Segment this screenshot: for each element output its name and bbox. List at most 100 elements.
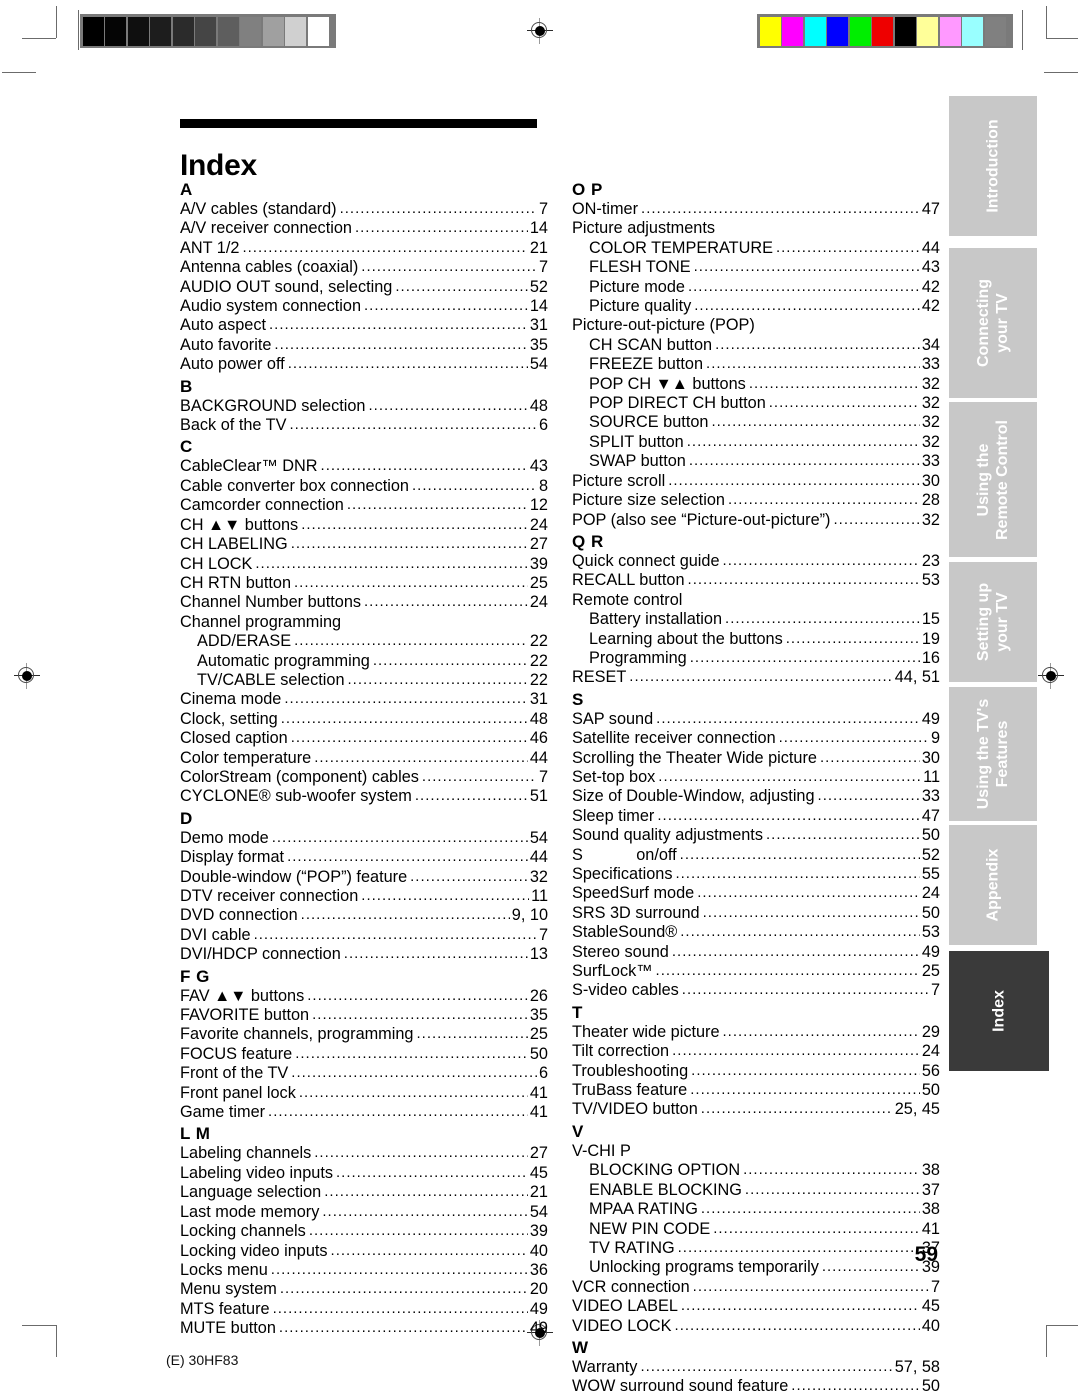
index-entry[interactable]: SAP sound 49: [572, 710, 940, 729]
index-entry[interactable]: POP CH ▼▲ buttons 32: [572, 375, 940, 394]
index-entry[interactable]: DVI cable 7: [180, 926, 548, 945]
index-entry[interactable]: VIDEO LOCK 40: [572, 1317, 940, 1336]
index-entry[interactable]: SWAP button 33: [572, 452, 940, 471]
section-tab-using-the-remote-control[interactable]: Using the Remote Control: [949, 402, 1037, 557]
index-entry[interactable]: WOW surround sound feature 50: [572, 1377, 940, 1396]
index-entry[interactable]: Clock, setting 48: [180, 710, 548, 729]
index-entry[interactable]: Quick connect guide 23: [572, 552, 940, 571]
index-entry[interactable]: SOURCE button 32: [572, 413, 940, 432]
index-entry[interactable]: VIDEO LABEL 45: [572, 1297, 940, 1316]
index-entry[interactable]: Locking video inputs 40: [180, 1242, 548, 1261]
index-entry[interactable]: Favorite channels, programming 25: [180, 1025, 548, 1044]
index-entry[interactable]: Automatic programming 22: [180, 652, 548, 671]
index-entry[interactable]: Color temperature 44: [180, 749, 548, 768]
index-entry[interactable]: ANT 1/2 21: [180, 239, 548, 258]
index-entry[interactable]: FAV ▲▼ buttons 26: [180, 987, 548, 1006]
index-entry[interactable]: Last mode memory 54: [180, 1203, 548, 1222]
index-entry[interactable]: ColorStream (component) cables 7: [180, 768, 548, 787]
index-entry[interactable]: Sound quality adjustments 50: [572, 826, 940, 845]
index-entry[interactable]: RECALL button 53: [572, 571, 940, 590]
index-entry[interactable]: Double-window (“POP”) feature 32: [180, 868, 548, 887]
index-entry[interactable]: Audio system connection 14: [180, 297, 548, 316]
index-entry[interactable]: Locks menu 36: [180, 1261, 548, 1280]
index-entry[interactable]: AUDIO OUT sound, selecting 52: [180, 278, 548, 297]
index-entry[interactable]: NEW PIN CODE 41: [572, 1220, 940, 1239]
index-entry[interactable]: Front panel lock 41: [180, 1084, 548, 1103]
index-entry[interactable]: FREEZE button 33: [572, 355, 940, 374]
index-entry[interactable]: MPAA RATING 38: [572, 1200, 940, 1219]
index-entry[interactable]: Labeling video inputs 45: [180, 1164, 548, 1183]
index-entry[interactable]: SpeedSurf mode 24: [572, 884, 940, 903]
index-entry[interactable]: CH LABELING 27: [180, 535, 548, 554]
index-entry[interactable]: Picture-out-picture (POP): [572, 316, 940, 335]
section-tab-connecting-your-tv[interactable]: Connecting your TV: [949, 248, 1037, 398]
index-entry[interactable]: Auto favorite 35: [180, 336, 548, 355]
index-entry[interactable]: A/V receiver connection 14: [180, 219, 548, 238]
index-entry[interactable]: CableClear™ DNR 43: [180, 457, 548, 476]
index-entry[interactable]: TruBass feature 50: [572, 1081, 940, 1100]
index-entry[interactable]: RESET 44, 51: [572, 668, 940, 687]
index-entry[interactable]: Auto power off 54: [180, 355, 548, 374]
index-entry[interactable]: Cinema mode 31: [180, 690, 548, 709]
index-entry[interactable]: FOCUS feature 50: [180, 1045, 548, 1064]
index-entry[interactable]: VCR connection 7: [572, 1278, 940, 1297]
index-entry[interactable]: Specifications 55: [572, 865, 940, 884]
index-entry[interactable]: MUTE button 49: [180, 1319, 548, 1338]
index-entry[interactable]: CH SCAN button 34: [572, 336, 940, 355]
index-entry[interactable]: Size of Double-Window, adjusting 33: [572, 787, 940, 806]
section-tab-introduction[interactable]: Introduction: [949, 96, 1037, 236]
index-entry[interactable]: POP DIRECT CH button 32: [572, 394, 940, 413]
index-entry[interactable]: TV RATING37: [572, 1239, 940, 1258]
index-entry[interactable]: S on/off 52: [572, 846, 940, 865]
index-entry[interactable]: Picture adjustments: [572, 219, 940, 238]
index-entry[interactable]: MTS feature 49: [180, 1300, 548, 1319]
index-entry[interactable]: Language selection 21: [180, 1183, 548, 1202]
index-entry[interactable]: Sleep timer 47: [572, 807, 940, 826]
index-entry[interactable]: Battery installation 15: [572, 610, 940, 629]
index-entry[interactable]: Unlocking programs temporarily39: [572, 1258, 940, 1277]
index-entry[interactable]: Tilt correction 24: [572, 1042, 940, 1061]
index-entry[interactable]: Picture scroll 30: [572, 472, 940, 491]
index-entry[interactable]: DVD connection 9, 10: [180, 906, 548, 925]
index-entry[interactable]: CH ▲▼ buttons 24: [180, 516, 548, 535]
index-entry[interactable]: Troubleshooting 56: [572, 1062, 940, 1081]
index-entry[interactable]: Scrolling the Theater Wide picture 30: [572, 749, 940, 768]
index-entry[interactable]: TV/VIDEO button 25, 45: [572, 1100, 940, 1119]
index-entry[interactable]: DTV receiver connection 11: [180, 887, 548, 906]
index-entry[interactable]: CH RTN button 25: [180, 574, 548, 593]
index-entry[interactable]: Satellite receiver connection 9: [572, 729, 940, 748]
index-entry[interactable]: Game timer 41: [180, 1103, 548, 1122]
index-entry[interactable]: SPLIT button 32: [572, 433, 940, 452]
index-entry[interactable]: Picture mode 42: [572, 278, 940, 297]
index-entry[interactable]: FLESH TONE 43: [572, 258, 940, 277]
index-entry[interactable]: Display format 44: [180, 848, 548, 867]
index-entry[interactable]: Warranty 57, 58: [572, 1358, 940, 1377]
section-tab-index[interactable]: Index: [949, 951, 1049, 1071]
index-entry[interactable]: Remote control: [572, 591, 940, 610]
index-entry[interactable]: Theater wide picture 29: [572, 1023, 940, 1042]
section-tab-appendix[interactable]: Appendix: [949, 825, 1037, 945]
index-entry[interactable]: Menu system 20: [180, 1280, 548, 1299]
index-entry[interactable]: Front of the TV 6: [180, 1064, 548, 1083]
index-entry[interactable]: Closed caption 46: [180, 729, 548, 748]
index-entry[interactable]: Set-top box 11: [572, 768, 940, 787]
index-entry[interactable]: A/V cables (standard) 7: [180, 200, 548, 219]
index-entry[interactable]: Locking channels 39: [180, 1222, 548, 1241]
index-entry[interactable]: Cable converter box connection 8: [180, 477, 548, 496]
section-tab-setting-up-your-tv[interactable]: Setting up your TV: [949, 562, 1037, 682]
index-entry[interactable]: Learning about the buttons 19: [572, 630, 940, 649]
index-entry[interactable]: Camcorder connection 12: [180, 496, 548, 515]
index-entry[interactable]: Channel programming: [180, 613, 548, 632]
index-entry[interactable]: BLOCKING OPTION 38: [572, 1161, 940, 1180]
index-entry[interactable]: Stereo sound 49: [572, 943, 940, 962]
index-entry[interactable]: POP (also see “Picture-out-picture”) 32: [572, 511, 940, 530]
index-entry[interactable]: Labeling channels 27: [180, 1144, 548, 1163]
index-entry[interactable]: StableSound® 53: [572, 923, 940, 942]
index-entry[interactable]: Auto aspect 31: [180, 316, 548, 335]
index-entry[interactable]: V-CHI P: [572, 1142, 940, 1161]
index-entry[interactable]: ON-timer 47: [572, 200, 940, 219]
index-entry[interactable]: SurfLock™ 25: [572, 962, 940, 981]
index-entry[interactable]: Antenna cables (coaxial) 7: [180, 258, 548, 277]
index-entry[interactable]: Channel Number buttons 24: [180, 593, 548, 612]
index-entry[interactable]: ADD/ERASE 22: [180, 632, 548, 651]
